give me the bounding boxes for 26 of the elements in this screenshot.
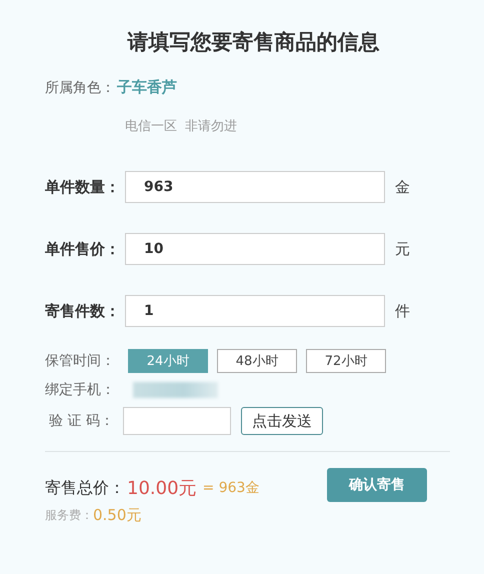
field-label: 寄售件数： xyxy=(45,302,121,320)
input-field[interactable]: 1 xyxy=(125,295,385,327)
code-input-field[interactable] xyxy=(123,407,231,435)
server-text: 非请勿进 xyxy=(185,118,237,135)
unit-label: 元 xyxy=(395,240,410,258)
form-title: 请填写您要寄售商品的信息 xyxy=(126,29,380,56)
role-label: 所属角色： xyxy=(45,78,115,96)
input-field[interactable]: 963 xyxy=(125,171,385,203)
storage-label: 保管时间： xyxy=(45,352,116,370)
server-text: 电信一区 xyxy=(125,118,177,135)
field-label: 单件数量： xyxy=(45,178,121,196)
duration-option[interactable]: 48小时 xyxy=(217,349,297,373)
unit-label: 金 xyxy=(395,178,410,196)
code-label: 验 证 码： xyxy=(48,412,115,430)
send-code-button[interactable]: 点击发送 xyxy=(241,407,323,435)
phone-label: 绑定手机： xyxy=(45,381,115,399)
total-price: 10.00元 xyxy=(127,477,197,500)
unit-label: 件 xyxy=(395,302,410,320)
fee-amount: 0.50元 xyxy=(93,506,142,525)
field-label: 单件售价： xyxy=(45,240,121,258)
duration-option[interactable]: 72小时 xyxy=(306,349,386,373)
fee-label: 服务费： xyxy=(45,507,93,524)
total-label: 寄售总价： xyxy=(45,478,125,498)
currency-equivalent: = 963金 xyxy=(202,479,260,497)
input-field[interactable]: 10 xyxy=(125,233,385,265)
role-name: 子车香芦 xyxy=(117,78,177,97)
